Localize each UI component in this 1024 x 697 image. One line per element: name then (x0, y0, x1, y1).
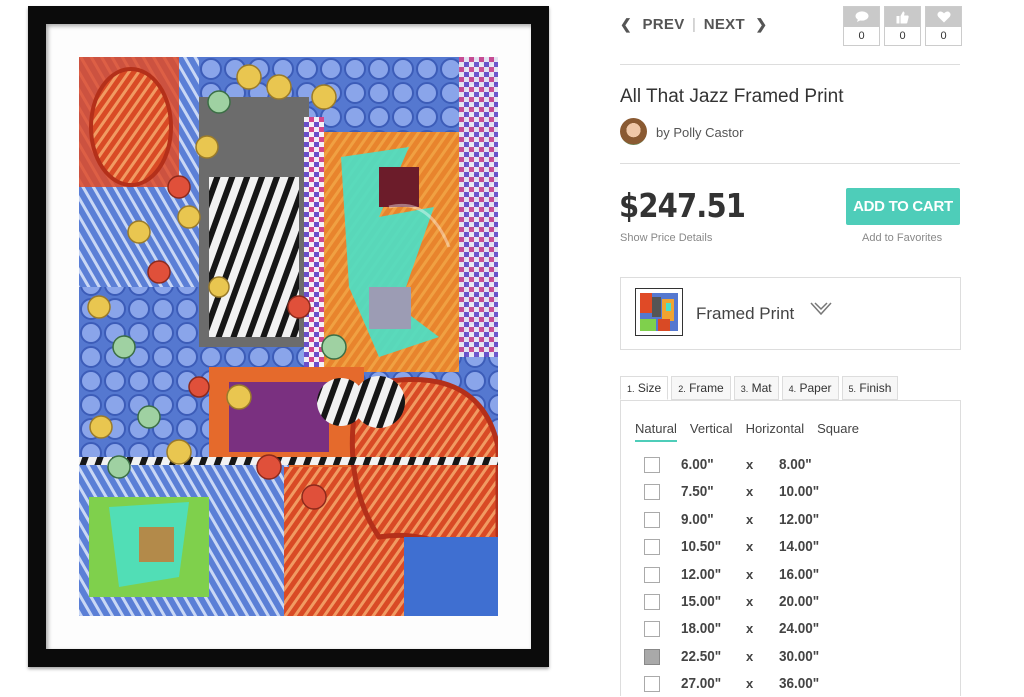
tab-paper[interactable]: 4. Paper (781, 376, 839, 400)
chevron-down-icon[interactable] (810, 302, 832, 321)
size-checkbox[interactable] (644, 676, 660, 693)
tab-number: 1. (627, 384, 635, 394)
orientation-square[interactable]: Square (817, 421, 859, 442)
divider (620, 64, 960, 65)
framed-artwork[interactable] (28, 6, 549, 667)
comment-count: 0 (844, 27, 879, 45)
size-height: 14.00" (779, 538, 820, 556)
divider (620, 163, 960, 164)
prev-link[interactable]: PREV (643, 16, 685, 33)
size-checkbox[interactable] (644, 621, 660, 638)
size-width: 15.00" (681, 593, 722, 610)
size-height: 30.00" (779, 647, 820, 665)
option-tabs: 1. Size 2. Frame 3. Mat 4. Paper 5. Fini… (620, 376, 901, 400)
size-separator: x (746, 621, 754, 637)
size-separator: x (746, 457, 754, 472)
size-option-row[interactable]: 27.00" x 36.00" (644, 670, 944, 697)
favorite-button[interactable]: 0 (925, 6, 962, 46)
size-height: 36.00" (779, 675, 820, 693)
size-option-row[interactable]: 9.00" x 12.00" (644, 506, 944, 533)
add-to-cart-button[interactable]: ADD TO CART (846, 188, 960, 225)
size-width: 12.00" (681, 565, 722, 583)
tab-label: Mat (751, 381, 772, 395)
heart-icon (926, 7, 961, 27)
size-checkbox[interactable] (644, 511, 660, 528)
size-option-row[interactable]: 15.00" x 20.00" (644, 588, 944, 615)
tab-finish[interactable]: 5. Finish (841, 376, 899, 400)
tab-number: 2. (678, 384, 686, 394)
size-separator: x (746, 594, 754, 609)
size-checkbox[interactable] (644, 566, 660, 583)
size-separator: x (746, 566, 754, 582)
size-separator: x (746, 511, 754, 527)
nav-separator: | (692, 15, 697, 33)
size-width: 9.00" (681, 510, 714, 528)
size-width: 22.50" (681, 647, 722, 665)
tab-number: 5. (848, 384, 857, 394)
product-title: All That Jazz Framed Print (620, 86, 844, 107)
size-checkbox[interactable] (644, 648, 660, 665)
tab-label: Frame (689, 381, 724, 395)
size-option-row[interactable]: 7.50" x 10.00" (644, 478, 944, 505)
size-checkbox[interactable] (644, 539, 660, 556)
size-height: 20.00" (779, 593, 820, 610)
tab-size[interactable]: 1. Size (620, 376, 669, 400)
size-option-row[interactable]: 6.00" x 8.00" (644, 451, 944, 478)
size-width: 18.00" (681, 620, 722, 638)
size-width: 10.50" (681, 538, 722, 556)
tab-frame[interactable]: 2. Frame (671, 376, 731, 400)
chevron-right-icon[interactable]: ❯ (755, 16, 767, 33)
size-separator: x (746, 648, 754, 664)
like-count: 0 (885, 27, 920, 45)
chevron-left-icon[interactable]: ❮ (620, 16, 632, 33)
tab-label: Paper (799, 381, 832, 395)
product-thumbnail (635, 288, 683, 336)
tab-mat[interactable]: 3. Mat (733, 376, 779, 400)
size-panel: Natural Vertical Horizontal Square 6.00"… (620, 400, 961, 696)
social-counters: 0 0 0 (839, 6, 962, 46)
size-option-row[interactable]: 18.00" x 24.00" (644, 615, 944, 642)
size-checkbox[interactable] (644, 594, 660, 610)
size-height: 8.00" (779, 456, 812, 473)
add-to-favorites-link[interactable]: Add to Favorites (862, 232, 942, 244)
orientation-tabs: Natural Vertical Horizontal Square (635, 421, 872, 442)
size-height: 12.00" (779, 510, 820, 528)
size-separator: x (746, 539, 754, 555)
size-option-row[interactable]: 22.50" x 30.00" (644, 643, 944, 670)
artist-byline[interactable]: by Polly Castor (656, 125, 743, 140)
tab-number: 4. (788, 384, 797, 394)
size-separator: x (746, 484, 754, 500)
next-link[interactable]: NEXT (704, 16, 745, 33)
size-width: 27.00" (681, 675, 722, 693)
size-height: 16.00" (779, 565, 820, 583)
size-width: 7.50" (681, 483, 714, 501)
tab-label: Finish (859, 381, 892, 395)
like-button[interactable]: 0 (884, 6, 921, 46)
favorite-count: 0 (926, 27, 961, 45)
comment-button[interactable]: 0 (843, 6, 880, 46)
size-height: 24.00" (779, 620, 820, 638)
thumbs-up-icon (885, 7, 920, 27)
size-height: 10.00" (779, 483, 820, 501)
orientation-horizontal[interactable]: Horizontal (746, 421, 805, 442)
comment-icon (844, 7, 879, 27)
size-checkbox[interactable] (644, 457, 660, 473)
artist-avatar[interactable] (620, 118, 647, 145)
size-width: 6.00" (681, 456, 714, 473)
prev-next-nav: ❮ PREV | NEXT ❯ (620, 15, 767, 33)
show-price-details-link[interactable]: Show Price Details (620, 232, 712, 244)
product-price: $247.51 (619, 186, 746, 225)
size-option-row[interactable]: 12.00" x 16.00" (644, 561, 944, 588)
product-type-label: Framed Print (696, 304, 795, 323)
tab-number: 3. (740, 384, 749, 394)
size-checkbox[interactable] (644, 484, 660, 501)
size-option-row[interactable]: 10.50" x 14.00" (644, 533, 944, 560)
product-type-selector[interactable]: Framed Print (620, 277, 961, 350)
artwork-image (79, 57, 498, 616)
mat (46, 24, 531, 649)
orientation-vertical[interactable]: Vertical (690, 421, 733, 442)
orientation-natural[interactable]: Natural (635, 421, 677, 442)
tab-label: Size (637, 381, 662, 395)
